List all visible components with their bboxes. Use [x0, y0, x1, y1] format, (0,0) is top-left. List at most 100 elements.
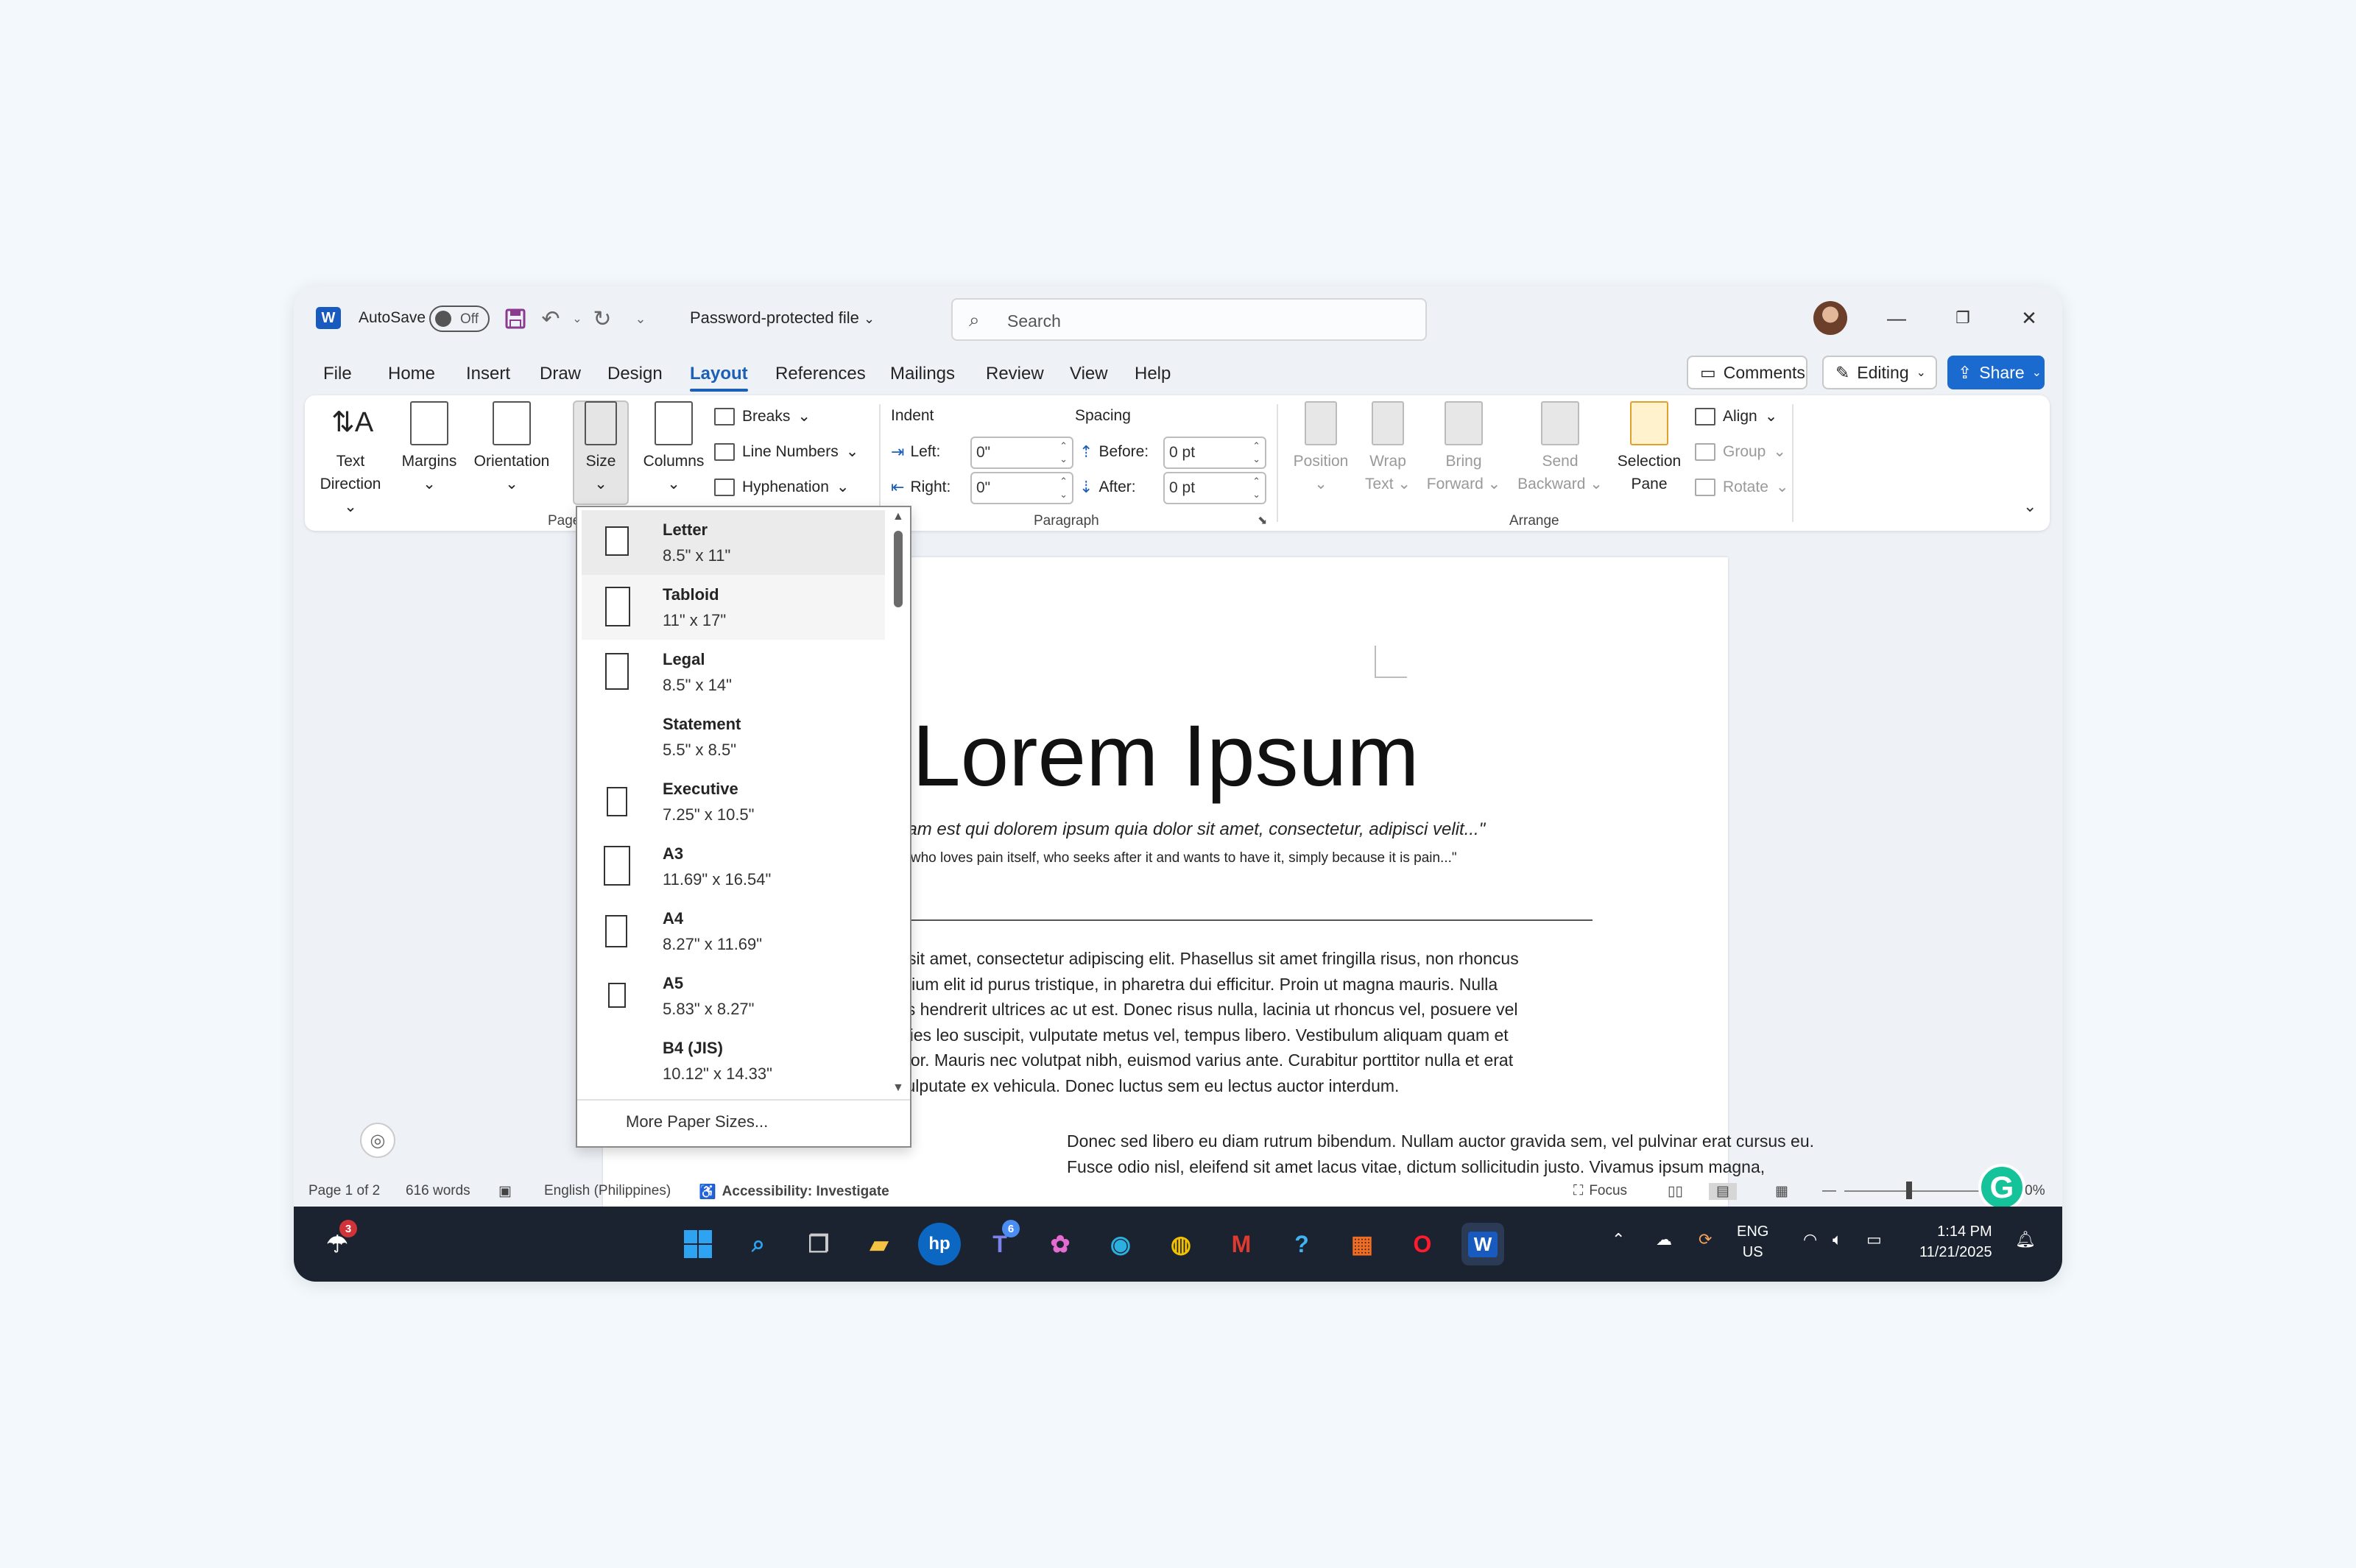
grammarly-icon[interactable]: G — [1978, 1164, 2025, 1211]
align-button[interactable]: Align ⌄ — [1695, 407, 1777, 425]
help-icon[interactable]: ? — [1280, 1223, 1323, 1265]
editing-button[interactable]: ✎ Editing ⌄ — [1822, 356, 1937, 389]
tab-help[interactable]: Help — [1135, 364, 1171, 384]
restore-icon[interactable]: ❐ — [1944, 300, 1981, 336]
tab-layout[interactable]: Layout — [690, 364, 748, 392]
rotate-button[interactable]: Rotate ⌄ — [1695, 478, 1788, 496]
store-icon[interactable]: ▦ — [1341, 1223, 1383, 1265]
size-item-letter[interactable]: Letter 8.5" x 11" — [582, 510, 885, 575]
tab-review[interactable]: Review — [986, 364, 1044, 384]
spacing-before-input[interactable]: 0 pt ⌃ ⌄ — [1163, 437, 1266, 469]
file-explorer-icon[interactable]: ▰ — [858, 1223, 900, 1265]
hp-icon[interactable]: hp — [918, 1223, 961, 1265]
dropdown-scrollbar[interactable]: ▲ ▼ — [886, 507, 909, 1099]
spinner-arrows-icon[interactable]: ⌃ ⌄ — [1252, 475, 1260, 501]
comments-button[interactable]: ▭ Comments — [1687, 356, 1807, 389]
undo-icon[interactable]: ↶ — [537, 304, 565, 333]
customize-qat-icon[interactable]: ⌄ — [627, 304, 655, 333]
mcafee-icon[interactable]: M — [1220, 1223, 1263, 1265]
edge-icon[interactable]: ◉ — [1099, 1223, 1142, 1265]
task-view-icon[interactable]: ❐ — [797, 1223, 840, 1265]
size-item-tabloid[interactable]: Tabloid 11" x 17" — [582, 575, 885, 640]
line-numbers-button[interactable]: Line Numbers ⌄ — [714, 442, 858, 461]
language-indicator[interactable]: ENG US — [1737, 1221, 1768, 1262]
position-button[interactable]: Position ⌄ — [1290, 401, 1352, 495]
scroll-thumb[interactable] — [894, 531, 903, 607]
selection-pane-button[interactable]: Selection Pane — [1612, 401, 1686, 495]
onedrive-icon[interactable]: ☁ — [1656, 1230, 1672, 1249]
size-item-a4[interactable]: A4 8.27" x 11.69" — [582, 899, 885, 964]
size-item-statement[interactable]: Statement 5.5" x 8.5" — [582, 704, 885, 769]
scroll-up-icon[interactable]: ▲ — [892, 510, 904, 523]
indent-right-input[interactable]: 0" ⌃ ⌄ — [970, 472, 1073, 504]
dialog-launcher-icon[interactable]: ⬊ — [1258, 513, 1267, 528]
opera-icon[interactable]: O — [1401, 1223, 1444, 1265]
text-direction-button[interactable]: ⇅A Text Direction ⌄ — [314, 401, 387, 518]
search-box[interactable]: ⌕ Search — [951, 298, 1427, 341]
orientation-button[interactable]: Orientation ⌄ — [468, 401, 555, 495]
teams-icon[interactable]: T6 — [978, 1220, 1021, 1265]
language-status[interactable]: English (Philippines) — [544, 1183, 671, 1199]
scroll-down-icon[interactable]: ▼ — [892, 1081, 904, 1095]
more-paper-sizes-link[interactable]: More Paper Sizes... — [626, 1112, 768, 1131]
breaks-button[interactable]: Breaks ⌄ — [714, 407, 811, 425]
tab-design[interactable]: Design — [607, 364, 663, 384]
print-layout-icon[interactable]: ▤ — [1709, 1183, 1737, 1200]
wifi-icon[interactable]: ◠ — [1803, 1230, 1817, 1249]
size-item-a3[interactable]: A3 11.69" x 16.54" — [582, 834, 885, 899]
read-mode-icon[interactable]: ▯▯ — [1668, 1183, 1683, 1200]
send-backward-button[interactable]: Send Backward ⌄ — [1512, 401, 1608, 495]
undo-dropdown-icon[interactable]: ⌄ — [563, 304, 591, 333]
spinner-arrows-icon[interactable]: ⌃ ⌄ — [1252, 439, 1260, 466]
size-button[interactable]: Size ⌄ — [573, 401, 629, 495]
document-title[interactable]: Password-protected file ⌄ — [690, 308, 875, 328]
fingerprint-icon[interactable]: ◎ — [360, 1123, 395, 1158]
indent-left-input[interactable]: 0" ⌃ ⌄ — [970, 437, 1073, 469]
copilot-icon[interactable]: ✿ — [1039, 1223, 1082, 1265]
size-item-legal[interactable]: Legal 8.5" x 14" — [582, 640, 885, 704]
minimize-icon[interactable]: — — [1878, 300, 1915, 336]
battery-icon[interactable]: ▭ — [1866, 1230, 1882, 1249]
margins-button[interactable]: Margins ⌄ — [395, 401, 464, 495]
proofing-icon[interactable]: ▣ — [498, 1183, 512, 1200]
search-icon[interactable]: ⌕ — [737, 1223, 780, 1265]
notification-bell-icon[interactable]: 🔔︎ — [2015, 1230, 2036, 1249]
redo-icon[interactable]: ↻ — [588, 304, 616, 333]
chrome-icon[interactable]: ◍ — [1160, 1223, 1202, 1265]
tab-draw[interactable]: Draw — [540, 364, 581, 384]
tab-insert[interactable]: Insert — [466, 364, 510, 384]
hyphenation-button[interactable]: Hyphenation ⌄ — [714, 478, 850, 496]
group-button[interactable]: Group ⌄ — [1695, 442, 1786, 461]
word-taskbar-icon[interactable]: W — [1461, 1223, 1504, 1265]
tab-view[interactable]: View — [1070, 364, 1108, 384]
size-item-executive[interactable]: Executive 7.25" x 10.5" — [582, 769, 885, 834]
tab-mailings[interactable]: Mailings — [890, 364, 955, 384]
weather-icon[interactable]: ☂ 3 — [316, 1220, 359, 1265]
close-icon[interactable]: ✕ — [2011, 300, 2048, 336]
word-count[interactable]: 616 words — [406, 1183, 470, 1199]
spacing-after-input[interactable]: 0 pt ⌃ ⌄ — [1163, 472, 1266, 504]
avatar[interactable] — [1813, 301, 1847, 335]
chevron-up-icon[interactable]: ⌃ — [1612, 1230, 1625, 1249]
volume-icon[interactable]: 🔈︎ — [1833, 1230, 1842, 1249]
spinner-arrows-icon[interactable]: ⌃ ⌄ — [1059, 475, 1068, 501]
wrap-text-button[interactable]: Wrap Text ⌄ — [1359, 401, 1417, 495]
zoom-slider-thumb[interactable] — [1906, 1182, 1912, 1199]
tab-references[interactable]: References — [775, 364, 866, 384]
bring-forward-button[interactable]: Bring Forward ⌄ — [1419, 401, 1508, 495]
size-item-b4-jis[interactable]: B4 (JIS) 10.12" x 14.33" — [582, 1028, 885, 1093]
autosave-toggle[interactable]: Off — [429, 306, 490, 332]
size-item-a5[interactable]: A5 5.83" x 8.27" — [582, 964, 885, 1028]
save-icon[interactable] — [501, 304, 529, 333]
page-count[interactable]: Page 1 of 2 — [308, 1183, 380, 1199]
focus-button[interactable]: ⛶ Focus — [1573, 1183, 1627, 1199]
zoom-out-icon[interactable]: — — [1822, 1183, 1836, 1199]
zoom-slider[interactable] — [1844, 1190, 1984, 1192]
tab-home[interactable]: Home — [388, 364, 435, 384]
collapse-ribbon-icon[interactable]: ⌄ — [2023, 497, 2036, 516]
web-layout-icon[interactable]: ▦ — [1775, 1183, 1788, 1200]
sync-icon[interactable]: ⟳ — [1699, 1230, 1712, 1249]
tab-file[interactable]: File — [323, 364, 352, 384]
spinner-arrows-icon[interactable]: ⌃ ⌄ — [1059, 439, 1068, 466]
share-button[interactable]: ⇪ Share ⌄ — [1947, 356, 2045, 389]
